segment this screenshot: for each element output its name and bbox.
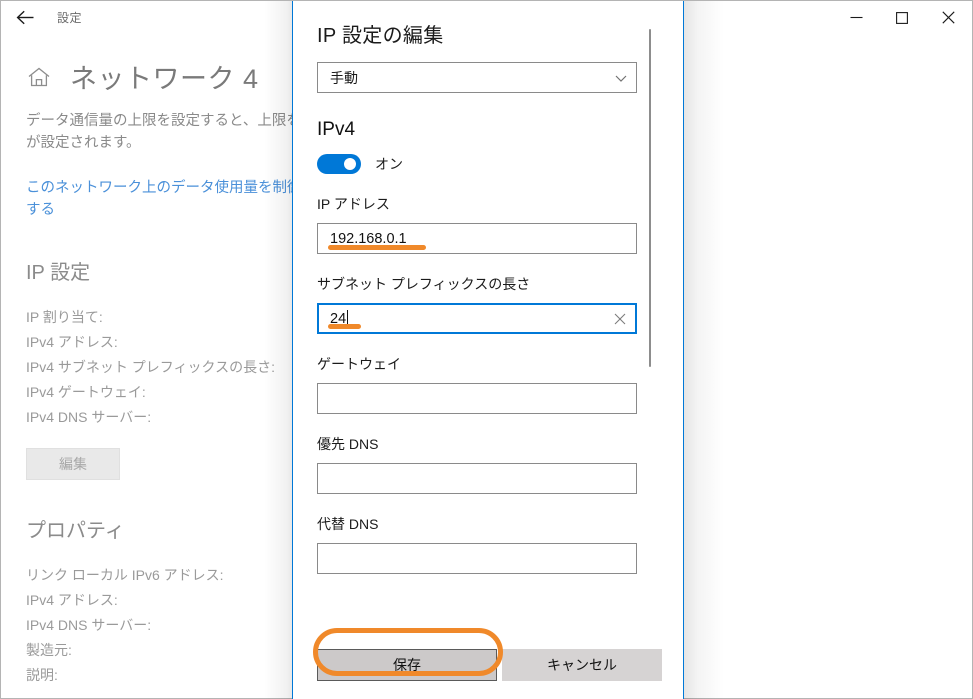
edit-ip-settings-button[interactable]: 編集 bbox=[26, 447, 120, 480]
screenshot-root: 設定 ネットワーク 4 データ通信量の上限を設定すると、上限を超え が設定されま… bbox=[0, 0, 973, 699]
ip-assignment-dropdown[interactable]: 手動 bbox=[317, 62, 637, 93]
field-ip-address: IP アドレス 192.168.0.1 bbox=[317, 194, 657, 254]
ip-assignment-value: 手動 bbox=[330, 69, 358, 86]
scrollbar-thumb[interactable] bbox=[649, 29, 651, 367]
toggle-knob bbox=[344, 158, 356, 170]
close-icon bbox=[941, 11, 955, 24]
minimize-icon bbox=[850, 12, 863, 23]
dialog-shadow-right bbox=[684, 1, 724, 699]
dialog-scrollbar[interactable] bbox=[644, 1, 655, 632]
dialog-title: IP 設定の編集 bbox=[317, 25, 444, 47]
preferred-dns-input[interactable] bbox=[317, 463, 637, 494]
field-gateway: ゲートウェイ bbox=[317, 354, 657, 414]
ip-address-value: 192.168.0.1 bbox=[330, 230, 407, 247]
field-label: ゲートウェイ bbox=[317, 356, 401, 372]
field-label: 優先 DNS bbox=[317, 436, 379, 452]
subnet-prefix-value: 24 bbox=[330, 310, 349, 327]
text-caret bbox=[347, 310, 349, 326]
maximize-button[interactable] bbox=[879, 2, 925, 33]
save-button[interactable]: 保存 bbox=[317, 649, 497, 681]
gateway-input[interactable] bbox=[317, 383, 637, 414]
ipv4-toggle-label: オン bbox=[375, 156, 403, 172]
field-label: 代替 DNS bbox=[317, 516, 379, 532]
back-arrow-icon bbox=[16, 10, 35, 25]
field-label: サブネット プレフィックスの長さ bbox=[317, 276, 531, 292]
minimize-button[interactable] bbox=[833, 2, 879, 33]
dialog-button-strip: 保存 キャンセル bbox=[317, 649, 662, 681]
page-title: ネットワーク 4 bbox=[70, 64, 259, 94]
field-subnet-prefix-length: サブネット プレフィックスの長さ 24 bbox=[317, 274, 657, 334]
dialog-footer: 保存 キャンセル bbox=[293, 632, 683, 699]
window-controls bbox=[833, 2, 971, 33]
cancel-button[interactable]: キャンセル bbox=[502, 649, 662, 681]
maximize-icon bbox=[896, 11, 908, 24]
alternate-dns-input[interactable] bbox=[317, 543, 637, 574]
back-button[interactable] bbox=[2, 2, 48, 33]
edit-ip-settings-dialog: IP 設定の編集 手動 IPv4 オン IP アドレス 192.168.0.1 … bbox=[292, 1, 684, 699]
chevron-down-icon bbox=[614, 71, 628, 85]
field-preferred-dns: 優先 DNS bbox=[317, 434, 657, 494]
dialog-body: IP 設定の編集 手動 IPv4 オン IP アドレス 192.168.0.1 … bbox=[293, 1, 683, 632]
ipv4-toggle-row: オン bbox=[317, 154, 657, 174]
field-label: IP アドレス bbox=[317, 196, 390, 212]
clear-icon[interactable] bbox=[613, 312, 627, 326]
ipv4-toggle[interactable] bbox=[317, 154, 361, 174]
field-alternate-dns: 代替 DNS bbox=[317, 514, 657, 574]
close-button[interactable] bbox=[925, 2, 971, 33]
app-title: 設定 bbox=[57, 11, 83, 25]
subnet-prefix-input[interactable]: 24 bbox=[317, 303, 637, 334]
ipv4-heading: IPv4 bbox=[317, 119, 356, 140]
home-icon bbox=[26, 64, 52, 90]
settings-window: 設定 ネットワーク 4 データ通信量の上限を設定すると、上限を超え が設定されま… bbox=[0, 0, 973, 699]
ip-address-input[interactable]: 192.168.0.1 bbox=[317, 223, 637, 254]
